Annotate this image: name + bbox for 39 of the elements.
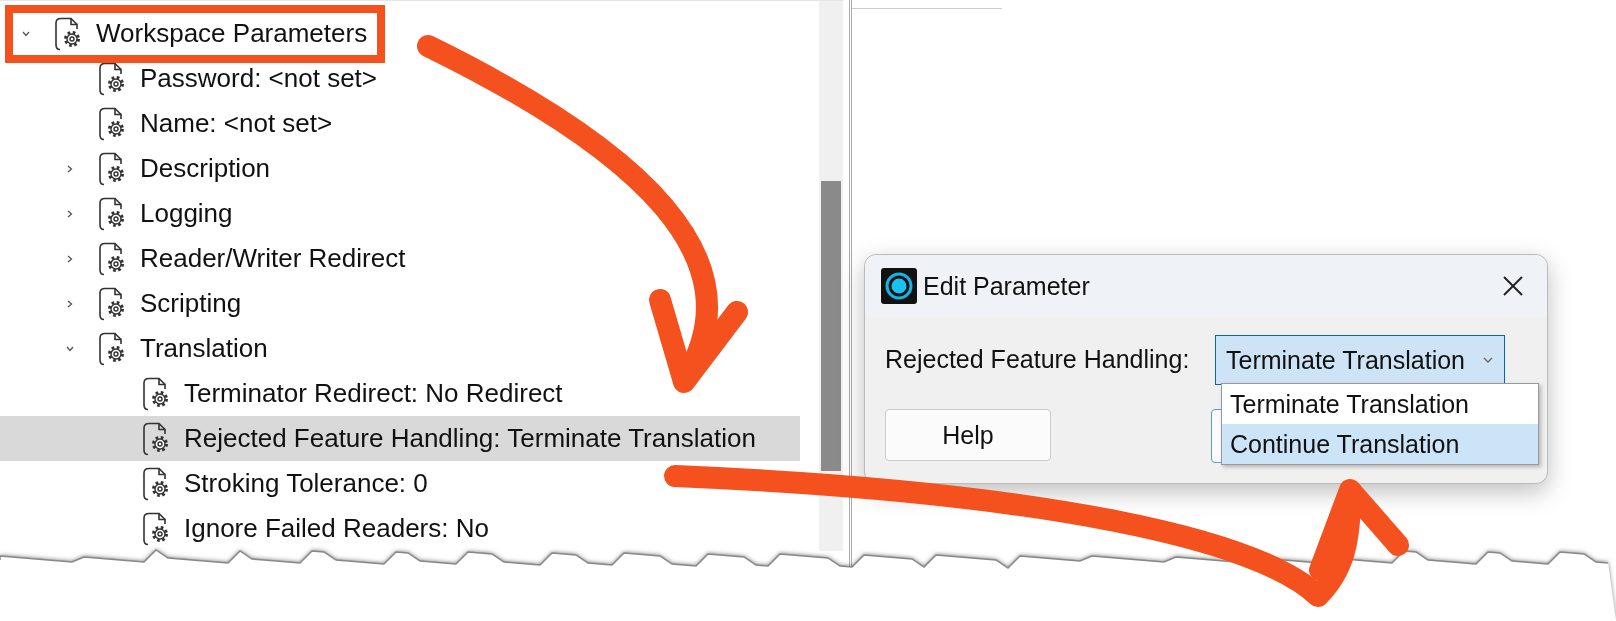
tree-item-label: Name: <not set> [140,108,333,139]
tree-item-label: Workspace Parameters [96,18,368,49]
scrollbar-thumb[interactable] [821,181,841,471]
tree-row[interactable]: Translation [0,326,800,371]
close-icon[interactable] [1501,274,1525,298]
tree-item-label: Description [140,153,271,184]
dropdown-option[interactable]: Terminate Translation [1222,384,1538,424]
tree-item-label: Logging [140,198,233,229]
app-logo-icon [881,268,917,304]
tree-item-label: Terminator Redirect: No Redirect [184,378,563,409]
tree-row[interactable]: Scripting [0,281,800,326]
tree-row[interactable]: Workspace Parameters [0,11,800,56]
chevron-right-icon[interactable] [65,298,75,309]
tree-row[interactable]: Description [0,146,800,191]
dropdown[interactable]: Terminate Translation [1215,335,1505,385]
chevron-right-icon[interactable] [65,208,75,219]
chevron-right-icon[interactable] [65,253,75,264]
tree-row[interactable]: Reader/Writer Redirect [0,236,800,281]
tree-item-label: Password: <not set> [140,63,378,94]
tree-item-label: Rejected Feature Handling: Terminate Translation [184,423,756,454]
chevron-right-icon[interactable] [65,163,75,174]
tree-row[interactable]: Terminator Redirect: No Redirect [0,371,800,416]
chevron-down-icon[interactable] [1482,355,1494,365]
tree-item-label: Stroking Tolerance: 0 [184,468,428,499]
tree-row[interactable]: Name: <not set> [0,101,800,146]
dropdown-option[interactable]: Continue Translation [1222,424,1538,464]
dialog-button[interactable]: Help [885,409,1051,461]
tree-item-label: Ignore Failed Readers: No [184,513,489,544]
tree-row[interactable]: Rejected Feature Handling: Terminate Translation [0,416,800,461]
field-label: Rejected Feature Handling: [885,345,1190,374]
tree-item-label: Scripting [140,288,242,319]
tree-row[interactable]: Password: <not set> [0,56,800,101]
tree-row[interactable]: Logging [0,191,800,236]
dialog-title: Edit Parameter [923,271,1091,301]
tree-item-label: Reader/Writer Redirect [140,243,406,274]
scrollbar[interactable] [819,1,843,551]
tree-item-label: Translation [140,333,268,364]
tree-row[interactable]: Ignore Failed Readers: No [0,506,800,551]
tree-row[interactable]: Stroking Tolerance: 0 [0,461,800,506]
